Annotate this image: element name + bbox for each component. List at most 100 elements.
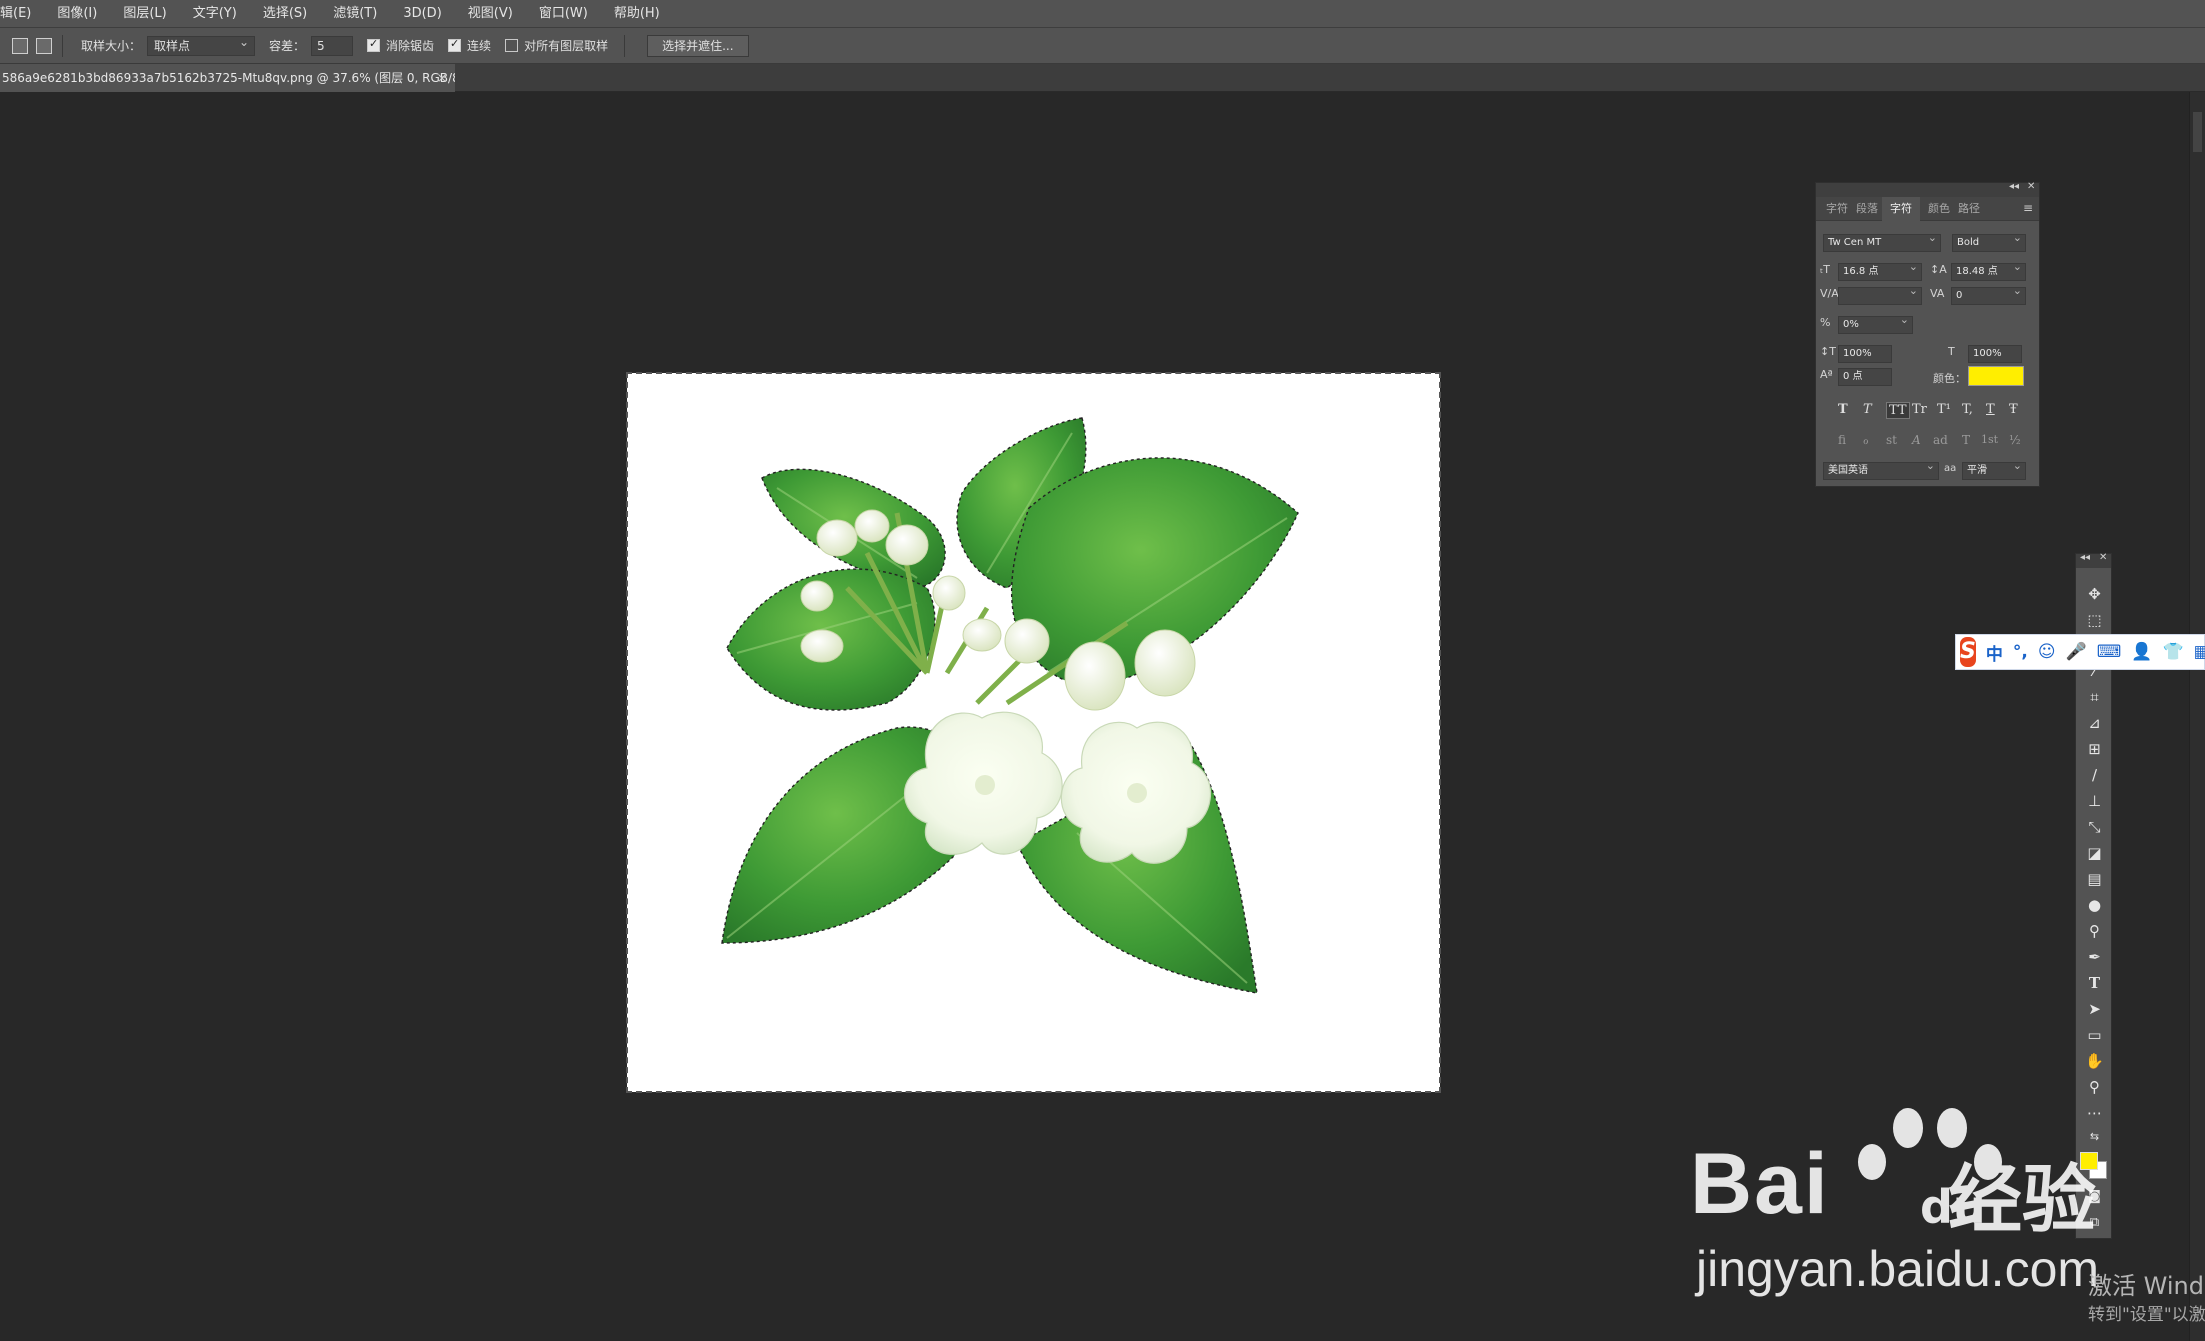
menu-layer[interactable]: 图层(L) <box>110 0 179 27</box>
sogou-logo[interactable]: S <box>1960 637 1976 667</box>
leading-field[interactable]: 18.48 点 <box>1951 259 2026 281</box>
ordinals-button[interactable]: 1st <box>1981 433 1998 446</box>
menu-select[interactable]: 选择(S) <box>250 0 320 27</box>
crop-tool-icon[interactable]: ⌗ <box>2076 686 2113 708</box>
antialias-select[interactable]: 平滑 <box>1962 458 2026 480</box>
tab-paragraph[interactable]: 段落 <box>1852 197 1882 221</box>
gradient-tool-icon[interactable]: ▤ <box>2076 868 2113 890</box>
close-tools-icon[interactable]: ✕ <box>2099 552 2107 563</box>
ligatures-button[interactable]: fi <box>1838 433 1846 447</box>
menu-type[interactable]: 文字(Y) <box>180 0 250 27</box>
pen-tool-icon[interactable]: ✒ <box>2076 946 2113 968</box>
titling-button[interactable]: T <box>1962 433 1970 447</box>
zoom-tool-icon[interactable]: ⚲ <box>2076 1076 2113 1098</box>
contiguous-checkbox[interactable] <box>448 37 462 52</box>
add-to-selection-icon[interactable] <box>36 37 52 54</box>
menu-view[interactable]: 视图(V) <box>455 0 526 27</box>
move-tool-icon[interactable]: ✥ <box>2076 583 2113 605</box>
path-selection-tool-icon[interactable]: ➤ <box>2076 998 2113 1020</box>
old-style-button[interactable]: ℴ <box>1863 433 1869 447</box>
tab-color[interactable]: 颜色 <box>1924 197 1954 221</box>
panel-tabs: 字符 段落 字符 颜色 路径 ≡ <box>1816 196 2039 221</box>
menu-edit[interactable]: 辑(E) <box>0 0 44 27</box>
swash-button[interactable]: A <box>1912 433 1921 447</box>
tracking-icon: VA <box>1930 287 1945 300</box>
font-family-select[interactable]: Tw Cen MT <box>1823 230 1941 252</box>
type-tool-icon[interactable]: T <box>2076 972 2113 994</box>
sample-all-layers-checkbox[interactable] <box>505 39 519 52</box>
tolerance-input[interactable]: 5 <box>311 35 354 56</box>
text-color-swatch[interactable] <box>1968 366 2024 386</box>
menu-window[interactable]: 窗口(W) <box>526 0 601 27</box>
all-caps-button[interactable]: TT <box>1886 402 1910 419</box>
close-panel-icon[interactable]: ✕ <box>2027 181 2035 192</box>
superscript-button[interactable]: T¹ <box>1937 402 1951 417</box>
faux-bold-button[interactable]: T <box>1838 402 1848 417</box>
menu-3d[interactable]: 3D(D) <box>390 0 454 27</box>
sample-size-label: 取样大小： <box>81 39 142 53</box>
blur-tool-icon[interactable]: ● <box>2076 894 2113 916</box>
select-and-mask-button[interactable]: 选择并遮住... <box>647 34 749 57</box>
eyedropper-tool-icon[interactable]: ⊿ <box>2076 712 2113 734</box>
kerning-field[interactable] <box>1838 283 1922 305</box>
history-brush-tool-icon[interactable]: ⤡ <box>2076 816 2113 838</box>
small-caps-button[interactable]: Tr <box>1912 402 1927 417</box>
brush-tool-icon[interactable]: ∕ <box>2076 764 2113 786</box>
document-tab[interactable]: 586a9e6281b3bd86933a7b5162b3725-Mtu8qv.p… <box>0 64 455 92</box>
antialias-label: 消除锯齿 <box>386 39 435 53</box>
tools-header: ◂◂ ✕ <box>2076 552 2111 568</box>
font-size-field[interactable]: 16.8 点 <box>1838 259 1922 281</box>
voice-icon[interactable]: 🎤 <box>2066 642 2087 662</box>
user-icon[interactable]: 👤 <box>2131 642 2152 662</box>
faux-italic-button[interactable]: T <box>1863 402 1872 417</box>
clone-stamp-tool-icon[interactable]: ⊥ <box>2076 790 2113 812</box>
hand-tool-icon[interactable]: ✋ <box>2076 1050 2113 1072</box>
tracking-field[interactable]: 0 <box>1951 283 2026 305</box>
menu-image[interactable]: 图像(I) <box>44 0 110 27</box>
antialias-checkbox[interactable] <box>367 37 381 52</box>
tab-character[interactable]: 字符 <box>1882 196 1920 221</box>
dodge-tool-icon[interactable]: ⚲ <box>2076 920 2113 942</box>
rectangle-tool-icon[interactable]: ▭ <box>2076 1024 2113 1046</box>
vertical-scale-field[interactable]: 100% <box>1838 345 1892 363</box>
skin-icon[interactable]: 👕 <box>2162 642 2183 662</box>
ime-mode-label[interactable]: 中 <box>1986 640 2003 665</box>
keyboard-icon[interactable]: ⌨ <box>2097 642 2122 662</box>
tsume-field[interactable]: 0% <box>1838 312 1913 334</box>
strikethrough-button[interactable]: Ŧ <box>2009 402 2018 417</box>
punctuation-icon[interactable]: °, <box>2013 642 2028 662</box>
baseline-shift-field[interactable]: 0 点 <box>1838 368 1892 386</box>
tab-paths[interactable]: 路径 <box>1954 197 1984 221</box>
horizontal-scale-field[interactable]: 100% <box>1968 345 2022 363</box>
marquee-tool-icon[interactable]: ⬚ <box>2076 609 2113 631</box>
tolerance-label: 容差： <box>269 39 306 53</box>
healing-brush-tool-icon[interactable]: ⊞ <box>2076 738 2113 760</box>
subscript-button[interactable]: T, <box>1962 402 1973 417</box>
language-select[interactable]: 美国英语 <box>1823 458 1939 480</box>
underline-button[interactable]: T <box>1986 402 1995 417</box>
fractions-button[interactable]: ½ <box>2009 433 2021 447</box>
discretionary-ligatures-button[interactable]: st <box>1886 433 1897 447</box>
sample-size-select[interactable]: 取样点 <box>147 33 256 56</box>
divider <box>624 34 626 57</box>
collapse-tools-icon[interactable]: ◂◂ <box>2080 552 2090 563</box>
foreground-color-swatch[interactable] <box>2080 1152 2098 1170</box>
vertical-scrollbar[interactable] <box>2189 92 2205 1341</box>
menu-help[interactable]: 帮助(H) <box>601 0 673 27</box>
eraser-tool-icon[interactable]: ◪ <box>2076 842 2113 864</box>
emoji-icon[interactable]: ☺ <box>2038 642 2056 662</box>
collapse-panel-icon[interactable]: ◂◂ <box>2009 181 2019 192</box>
document-canvas[interactable] <box>626 372 1441 1093</box>
new-selection-icon[interactable] <box>12 37 28 54</box>
close-tab-icon[interactable]: × <box>437 64 447 92</box>
panel-menu-icon[interactable]: ≡ <box>2023 201 2033 215</box>
tab-character-1[interactable]: 字符 <box>1822 197 1852 221</box>
horizontal-scale-icon: T <box>1948 345 1955 358</box>
font-size-icon: ₜT <box>1820 263 1830 276</box>
toolbox-icon[interactable]: ▦ <box>2194 642 2205 662</box>
color-label: 颜色： <box>1933 372 1966 385</box>
stylistic-alternates-button[interactable]: ad <box>1933 433 1948 447</box>
font-style-select[interactable]: Bold <box>1952 230 2026 252</box>
menu-filter[interactable]: 滤镜(T) <box>320 0 390 27</box>
scrollbar-thumb[interactable] <box>2193 112 2202 152</box>
